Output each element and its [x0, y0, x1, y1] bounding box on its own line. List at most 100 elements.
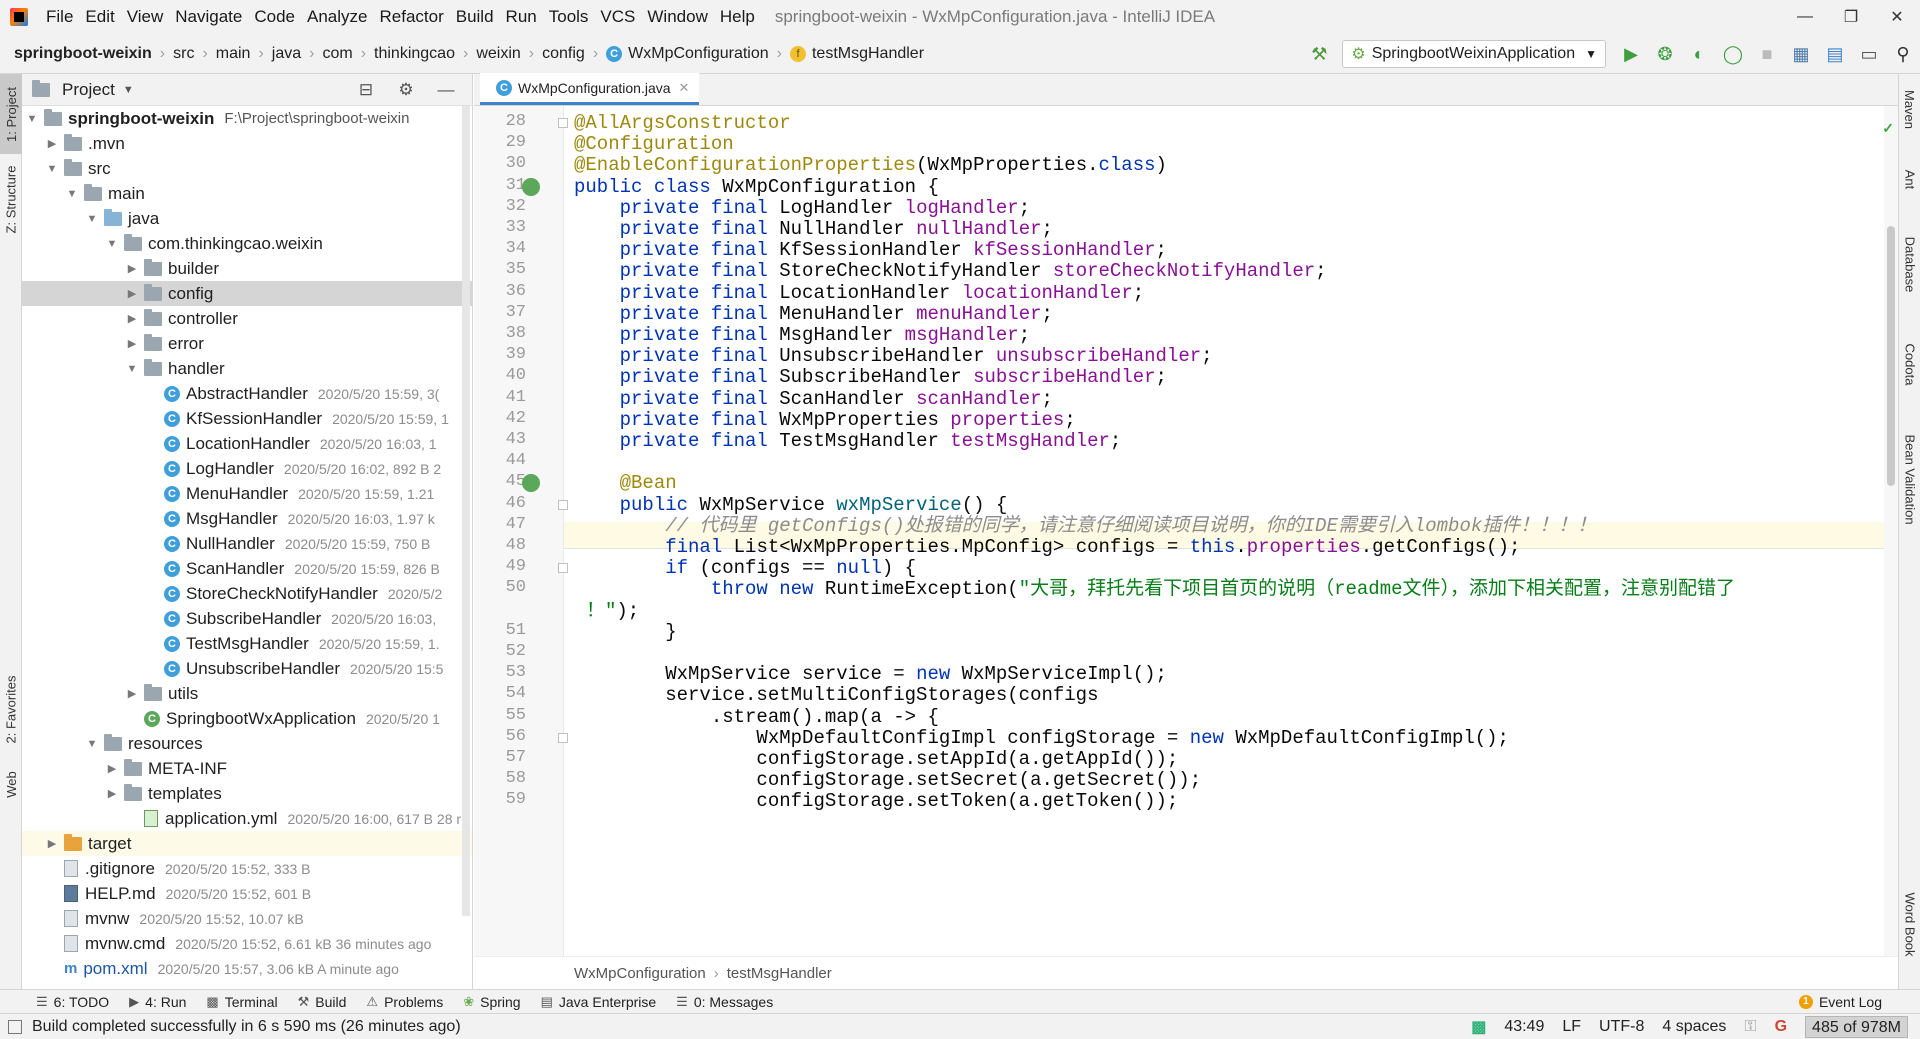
tree-node-class[interactable]: C NullHandler 2020/5/20 15:59, 750 B: [22, 531, 472, 556]
code-line[interactable]: throw new RuntimeException("大哥，拜托先看下项目首页…: [574, 576, 1735, 602]
expanded-arrow-icon[interactable]: ▼: [24, 113, 40, 125]
tree-node[interactable]: ▶ controller: [22, 306, 472, 331]
tree-node[interactable]: ▶ templates: [22, 781, 472, 806]
coverage-icon[interactable]: ◐: [1682, 39, 1716, 69]
close-window-icon[interactable]: ✕: [1874, 0, 1920, 34]
restore-icon[interactable]: ❐: [1828, 0, 1874, 34]
tree-node[interactable]: ▶ META-INF: [22, 756, 472, 781]
run-icon[interactable]: ▶: [1614, 39, 1648, 69]
tree-node-file[interactable]: m pom.xml 2020/5/20 15:57, 3.06 kB A min…: [22, 956, 472, 981]
tool-messages[interactable]: ☰ 0: Messages: [676, 994, 773, 1010]
breadcrumb-thinkingcao[interactable]: thinkingcao: [374, 45, 455, 63]
breadcrumb-weixin[interactable]: weixin: [476, 45, 520, 63]
collapsed-arrow-icon[interactable]: ▶: [124, 687, 140, 700]
tree-node-file[interactable]: mvnw 2020/5/20 15:52, 10.07 kB: [22, 906, 472, 931]
tree-node-root[interactable]: ▼ springboot-weixin F:\Project\springboo…: [22, 106, 472, 131]
menu-view[interactable]: View: [121, 0, 170, 34]
tree-node-file[interactable]: .gitignore 2020/5/20 15:52, 333 B: [22, 856, 472, 881]
tool-java-enterprise[interactable]: ▤ Java Enterprise: [541, 994, 657, 1010]
tab-project[interactable]: 1: Project: [0, 74, 22, 154]
project-structure-icon[interactable]: ▦: [1784, 39, 1818, 69]
tree-node[interactable]: ▼ resources: [22, 731, 472, 756]
file-encoding[interactable]: UTF-8: [1599, 1018, 1644, 1036]
scrollbar-thumb[interactable]: [1887, 226, 1895, 486]
tree-node-class[interactable]: C AbstractHandler 2020/5/20 15:59, 3(: [22, 381, 472, 406]
tree-node-class[interactable]: C SubscribeHandler 2020/5/20 16:03,: [22, 606, 472, 631]
tree-node-class[interactable]: C LocationHandler 2020/5/20 16:03, 1: [22, 431, 472, 456]
collapsed-arrow-icon[interactable]: ▶: [124, 287, 140, 300]
tree-node-class[interactable]: C MsgHandler 2020/5/20 16:03, 1.97 k: [22, 506, 472, 531]
editor-crumb-field[interactable]: testMsgHandler: [727, 965, 832, 982]
tree-node-file[interactable]: application.yml 2020/5/20 16:00, 617 B 2…: [22, 806, 472, 831]
google-icon[interactable]: G: [1775, 1018, 1787, 1036]
tree-node[interactable]: ▶ builder: [22, 256, 472, 281]
tree-node[interactable]: ▶ .mvn: [22, 131, 472, 156]
tree-node-selected[interactable]: ▶ config: [22, 281, 472, 306]
caret-position[interactable]: 43:49: [1504, 1018, 1544, 1036]
collapsed-arrow-icon[interactable]: ▶: [124, 312, 140, 325]
tree-node-class[interactable]: C UnsubscribeHandler 2020/5/20 15:5: [22, 656, 472, 681]
menu-window[interactable]: Window: [641, 0, 713, 34]
menu-edit[interactable]: Edit: [79, 0, 120, 34]
chevron-down-icon[interactable]: ▼: [123, 84, 134, 96]
tree-node-class[interactable]: C MenuHandler 2020/5/20 15:59, 1.21: [22, 481, 472, 506]
memory-indicator[interactable]: 485 of 978M: [1805, 1016, 1908, 1038]
breadcrumb-field[interactable]: testMsgHandler: [812, 45, 924, 63]
tool-problems[interactable]: ⚠ Problems: [366, 994, 443, 1010]
hide-panel-icon[interactable]: —: [426, 80, 466, 100]
tab-ant[interactable]: Ant: [1899, 154, 1920, 204]
tool-build[interactable]: ⚒ Build: [298, 994, 347, 1010]
collapsed-arrow-icon[interactable]: ▶: [124, 337, 140, 350]
collapsed-arrow-icon[interactable]: ▶: [44, 137, 60, 150]
expanded-arrow-icon[interactable]: ▼: [64, 188, 80, 200]
collapse-all-icon[interactable]: ⊟: [346, 80, 386, 100]
fold-marker-icon[interactable]: [558, 499, 568, 510]
menu-file[interactable]: File: [40, 0, 79, 34]
status-message[interactable]: Build completed successfully in 6 s 590 …: [32, 1018, 461, 1036]
code-line[interactable]: private final TestMsgHandler testMsgHand…: [574, 428, 1122, 454]
breadcrumb-com[interactable]: com: [322, 45, 352, 63]
menu-build[interactable]: Build: [450, 0, 500, 34]
expanded-arrow-icon[interactable]: ▼: [44, 163, 60, 175]
tab-codota[interactable]: Codota: [1899, 324, 1920, 404]
tree-node[interactable]: ▼ src: [22, 156, 472, 181]
run-configuration-select[interactable]: ⚙ SpringbootWeixinApplication ▼: [1342, 40, 1606, 68]
tab-wxmpconfiguration[interactable]: C WxMpConfiguration.java ✕: [480, 73, 700, 105]
tree-node[interactable]: ▼ java: [22, 206, 472, 231]
fold-marker-icon[interactable]: [558, 118, 568, 128]
event-log-button[interactable]: 1 Event Log: [1798, 990, 1882, 1014]
editor-crumb-class[interactable]: WxMpConfiguration: [574, 965, 706, 982]
tool-run[interactable]: ▶ 4: Run: [129, 994, 186, 1010]
translate-icon[interactable]: ▤: [1818, 39, 1852, 69]
build-hammer-icon[interactable]: ⚒: [1302, 39, 1336, 69]
tab-maven[interactable]: Maven: [1899, 74, 1920, 144]
breadcrumb-java[interactable]: java: [272, 45, 301, 63]
tab-database[interactable]: Database: [1899, 214, 1920, 314]
tab-structure[interactable]: Z: Structure: [0, 154, 22, 244]
tree-node-class[interactable]: C SpringbootWxApplication 2020/5/20 1: [22, 706, 472, 731]
menu-analyze[interactable]: Analyze: [301, 0, 373, 34]
gear-icon[interactable]: ⚙: [386, 80, 426, 100]
menu-navigate[interactable]: Navigate: [169, 0, 248, 34]
code-editor[interactable]: @AllArgsConstructor @Configuration @Enable…: [574, 106, 1884, 956]
code-line[interactable]: configStorage.setToken(a.getToken());: [574, 788, 1178, 814]
fold-marker-icon[interactable]: [558, 732, 568, 743]
tree-node-class[interactable]: C TestMsgHandler 2020/5/20 15:59, 1.: [22, 631, 472, 656]
lock-icon[interactable]: ⚿: [1744, 1018, 1756, 1036]
menu-run[interactable]: Run: [500, 0, 543, 34]
editor-scrollbar[interactable]: ✓: [1882, 106, 1898, 956]
tree-node[interactable]: ▶ utils: [22, 681, 472, 706]
line-separator[interactable]: LF: [1562, 1018, 1581, 1036]
tree-node[interactable]: ▶ target: [22, 831, 472, 856]
tree-scrollbar[interactable]: [462, 106, 470, 916]
expanded-arrow-icon[interactable]: ▼: [84, 213, 100, 225]
menu-code[interactable]: Code: [248, 0, 301, 34]
tree-node-class[interactable]: C KfSessionHandler 2020/5/20 15:59, 1: [22, 406, 472, 431]
minimize-icon[interactable]: —: [1782, 0, 1828, 34]
collapsed-arrow-icon[interactable]: ▶: [104, 762, 120, 775]
breadcrumb-project[interactable]: springboot-weixin: [14, 45, 152, 63]
breadcrumb-config[interactable]: config: [542, 45, 585, 63]
tree-node[interactable]: ▼ com.thinkingcao.weixin: [22, 231, 472, 256]
debug-icon[interactable]: ❂: [1648, 39, 1682, 69]
tab-bean-validation[interactable]: Bean Validation: [1899, 414, 1920, 544]
